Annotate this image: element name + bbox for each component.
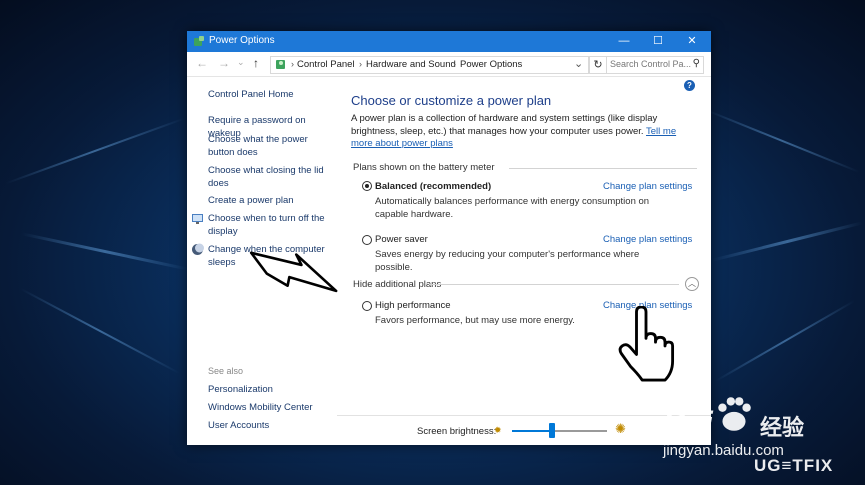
plan-desc-balanced: Automatically balances performance with … [375,196,650,220]
dim-sun-icon: ✹ [494,425,502,435]
minimize-button[interactable]: — [612,33,636,50]
moon-sleep-icon [192,243,204,255]
breadcrumb-separator: › [359,59,362,69]
baidu-jingyan-watermark: 经验 [760,415,805,440]
sidebar-item-power-button[interactable]: Choose what the power button does [208,134,326,159]
sidebar-item-closing-lid[interactable]: Choose what closing the lid does [208,165,326,190]
pointing-arrow-icon [249,251,338,293]
brightness-slider-thumb[interactable] [548,423,555,438]
light-streak [705,109,860,173]
collapse-chevron-icon[interactable]: ︿ [685,277,699,291]
description-text: A power plan is a collection of hardware… [351,113,658,137]
up-button[interactable]: ↑ [253,56,259,70]
see-also-mobility-center[interactable]: Windows Mobility Center [208,402,326,415]
breadcrumb[interactable]: › Control Panel › Hardware and Sound › P… [270,56,589,74]
breadcrumb-separator: › [453,59,456,69]
hide-additional-plans-label[interactable]: Hide additional plans [353,279,441,290]
monitor-icon [192,214,203,224]
light-streak [5,117,185,185]
page-title: Choose or customize a power plan [351,93,552,108]
change-plan-settings-power-saver[interactable]: Change plan settings [603,234,692,245]
close-button[interactable]: ✕ [680,33,704,50]
address-dropdown-icon[interactable]: ⌄ [574,57,583,70]
hand-cursor-icon [618,306,675,382]
brightness-bar: Screen brightness: ✹ ✺ [337,415,711,445]
sidebar-item-create-plan[interactable]: Create a power plan [208,195,326,208]
balanced-radio[interactable] [362,181,372,191]
power-options-icon [194,36,204,46]
light-streak [715,300,855,382]
bright-sun-icon: ✺ [615,421,626,436]
light-streak [20,287,180,375]
sidebar-item-turn-off-display[interactable]: Choose when to turn off the display [208,213,326,238]
light-streak [711,221,864,262]
baidu-watermark: Bai [663,405,713,441]
plan-desc-power-saver: Saves energy by reducing your computer's… [375,249,640,273]
light-streak [21,232,189,271]
power-saver-radio[interactable] [362,235,372,245]
help-icon[interactable]: ? [684,80,695,91]
address-bar: ← → ⌄ ↑ › Control Panel › Hardware and S… [187,52,711,77]
breadcrumb-hardware-and-sound[interactable]: Hardware and Sound [366,59,456,70]
forward-button[interactable]: → [218,56,230,70]
group-divider [429,284,679,285]
see-also-label: See also [208,366,244,376]
paw-logo-icon [718,397,751,431]
page-description: A power plan is a collection of hardware… [351,113,687,151]
brightness-slider-track[interactable] [512,430,607,432]
battery-meter-group-label: Plans shown on the battery meter [353,162,495,173]
breadcrumb-control-panel[interactable]: Control Panel [297,59,355,70]
sidebar-item-control-panel-home[interactable]: Control Panel Home [208,89,326,102]
search-placeholder: Search Control Pa... [610,59,692,69]
plan-name-high-performance[interactable]: High performance [375,300,451,311]
plan-name-power-saver[interactable]: Power saver [375,234,428,245]
brightness-label: Screen brightness: [417,426,497,437]
change-plan-settings-balanced[interactable]: Change plan settings [603,181,692,192]
ugetfix-watermark: UG≡TFIX [754,456,834,475]
group-divider [509,168,697,169]
title-bar: Power Options — ☐ ✕ [187,31,711,52]
search-input[interactable]: Search Control Pa... ⚲ [606,56,704,74]
bottom-divider [337,415,711,416]
search-icon[interactable]: ⚲ [693,58,700,69]
main-content: ? Choose or customize a power plan A pow… [337,77,711,445]
maximize-button[interactable]: ☐ [646,33,670,50]
see-also-user-accounts[interactable]: User Accounts [208,420,326,433]
breadcrumb-power-options[interactable]: Power Options [460,59,522,70]
see-also-personalization[interactable]: Personalization [208,384,326,397]
plan-name-balanced[interactable]: Balanced (recommended) [375,181,491,192]
back-button[interactable]: ← [196,56,208,70]
brightness-slider-fill [512,430,552,432]
breadcrumb-separator: › [291,59,294,69]
high-performance-radio[interactable] [362,301,372,311]
power-options-window: Power Options — ☐ ✕ ← → ⌄ ↑ › Control Pa… [187,31,711,445]
recent-locations-button[interactable]: ⌄ [237,57,245,68]
refresh-button[interactable]: ↻ [589,56,607,74]
window-title: Power Options [209,35,275,46]
control-panel-icon [276,60,285,69]
